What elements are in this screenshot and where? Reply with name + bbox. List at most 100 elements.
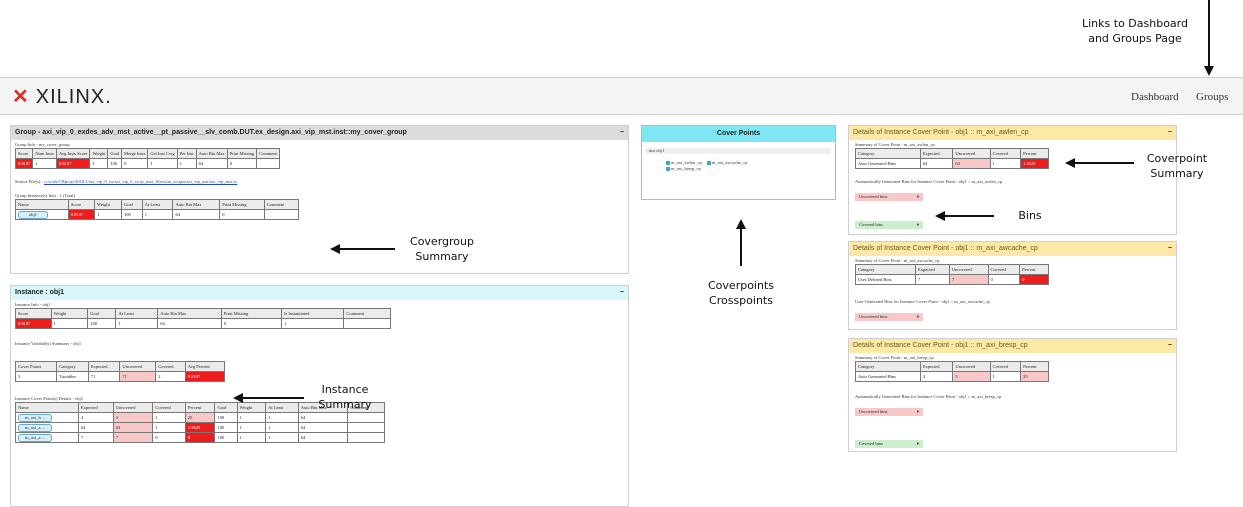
column-header[interactable]: Expected xyxy=(77,402,114,413)
column-header[interactable]: Auto Bin Max xyxy=(172,199,221,210)
column-header[interactable]: Uncovered xyxy=(948,264,989,275)
collapse-icon[interactable]: − xyxy=(620,286,624,300)
arrow-line xyxy=(944,215,994,217)
column-header[interactable]: Percent xyxy=(184,402,216,413)
xilinx-mark-icon: ✕ xyxy=(12,86,30,108)
column-header[interactable]: Name xyxy=(15,402,79,413)
cp-item[interactable]: m_axi_bresp_cp xyxy=(666,166,701,171)
column-header[interactable]: Goal xyxy=(214,402,238,413)
column-header[interactable]: Covered xyxy=(152,402,186,413)
column-header[interactable]: Score xyxy=(67,199,96,210)
column-header[interactable]: Uncovered xyxy=(952,361,991,372)
column-header[interactable]: Goal xyxy=(121,199,143,210)
column-header[interactable]: Goal xyxy=(107,148,123,159)
cp-item[interactable]: m_axi_awlen_cp xyxy=(666,160,702,165)
column-header[interactable]: Avg Percent xyxy=(184,361,226,372)
column-header[interactable]: Category xyxy=(854,264,917,275)
column-header[interactable]: Uncovered xyxy=(119,361,157,372)
column-header[interactable]: Goal xyxy=(87,308,117,319)
uncovered-bins-toggle[interactable]: Uncovered bins ▾ xyxy=(855,408,923,416)
cp-item-label: m_axi_awlen_cp xyxy=(671,160,702,165)
uncovered-bins-toggle[interactable]: Uncovered bins ▾ xyxy=(855,313,923,321)
column-header[interactable]: Name xyxy=(15,199,69,210)
column-header[interactable]: Print Missing xyxy=(219,199,265,210)
column-header[interactable]: Weight xyxy=(94,199,123,210)
column-header[interactable]: Covered xyxy=(989,148,1022,159)
column-header[interactable]: Percent xyxy=(1020,361,1049,372)
collapse-icon[interactable]: − xyxy=(1168,242,1172,256)
column-header[interactable]: Auto Bin Max xyxy=(195,148,228,159)
column-header[interactable]: Percent xyxy=(1020,148,1049,159)
instance-panel-header[interactable]: Instance : obj1 − xyxy=(11,286,628,300)
uncovered-label: Uncovered bins xyxy=(859,409,888,414)
table-cell: 0 xyxy=(184,432,216,443)
uncovered-bins-toggle[interactable]: Uncovered bins ▾ xyxy=(855,193,923,201)
column-header[interactable]: Percent xyxy=(1019,264,1049,275)
collapse-icon[interactable]: − xyxy=(1168,126,1172,140)
table-cell: 7 xyxy=(112,432,154,443)
column-header[interactable]: Per Inst xyxy=(176,148,197,159)
column-header[interactable]: Comment xyxy=(256,148,280,159)
column-header[interactable]: Score xyxy=(14,148,34,159)
table-cell: 1 xyxy=(152,422,186,433)
table-cell: 0 xyxy=(226,158,258,169)
source-file-link[interactable]: c:/work/CRprojs/2018.1/axi_vip_0_ex/axi_… xyxy=(44,179,237,184)
column-header[interactable]: Uncovered xyxy=(952,148,991,159)
cp-item[interactable]: m_axi_awcache_cp xyxy=(706,160,747,165)
column-header[interactable]: Weight xyxy=(89,148,109,159)
column-header[interactable]: Expected xyxy=(919,148,954,159)
checkbox-icon[interactable] xyxy=(666,166,670,171)
table-cell: 1 xyxy=(989,371,1022,382)
coverpoint-button[interactable]: m_axi_b ... xyxy=(18,413,53,422)
column-header[interactable]: Score xyxy=(15,308,52,319)
checkbox-icon[interactable] xyxy=(706,160,711,165)
detail-title: Details of Instance Cover Point - obj1 :… xyxy=(853,245,1038,252)
column-header[interactable]: Comment xyxy=(343,308,391,319)
coverpoint-button[interactable]: m_axi_a ... xyxy=(18,433,52,442)
column-header[interactable]: Category xyxy=(56,361,89,372)
column-header[interactable]: Num Insts xyxy=(32,148,58,159)
dashboard-link[interactable]: Dashboard xyxy=(1131,91,1179,103)
column-header[interactable]: Auto Bin Max xyxy=(157,308,222,319)
groups-link[interactable]: Groups xyxy=(1196,91,1228,103)
arrow-head xyxy=(1204,66,1214,76)
column-header[interactable]: At Least xyxy=(115,308,159,319)
column-header[interactable]: Print Missing xyxy=(220,308,283,319)
group-panel-header[interactable]: Group - axi_vip_0_exdes_adv_mst_active__… xyxy=(11,126,628,140)
column-header[interactable]: Merge Insts xyxy=(121,148,149,159)
column-header[interactable]: Get Inst Cvrg xyxy=(147,148,178,159)
detail-panel-header[interactable]: Details of Instance Cover Point - obj1 :… xyxy=(849,126,1176,140)
detail-panel-header[interactable]: Details of Instance Cover Point - obj1 :… xyxy=(849,242,1176,256)
coverpoint-button[interactable]: m_axi_a ... xyxy=(18,423,52,432)
instance-button[interactable]: obj1 xyxy=(18,210,49,219)
detail-panel-header[interactable]: Details of Instance Cover Point - obj1 :… xyxy=(849,339,1176,353)
column-header[interactable]: Expected xyxy=(915,264,950,275)
table-row: m_axi_a ... 64 63 1 1.5625 100 1 1 64 xyxy=(15,422,385,433)
column-header[interactable]: Avg Insts Score xyxy=(56,148,91,159)
collapse-icon[interactable]: − xyxy=(620,126,624,140)
column-header[interactable]: Weight xyxy=(236,402,267,413)
column-header[interactable]: Is Instantiated xyxy=(281,308,345,319)
checkbox-icon[interactable] xyxy=(666,160,670,165)
column-header[interactable]: Print Missing xyxy=(226,148,258,159)
column-header[interactable]: Comment xyxy=(263,199,300,210)
covered-bins-toggle[interactable]: Covered bins ▾ xyxy=(855,440,923,448)
column-header[interactable]: Uncovered xyxy=(112,402,154,413)
column-header[interactable]: At Least xyxy=(265,402,299,413)
column-header[interactable]: Cover Points xyxy=(14,361,58,372)
column-header[interactable]: Expected xyxy=(919,361,954,372)
collapse-icon[interactable]: − xyxy=(1168,339,1172,353)
column-header[interactable]: Expected xyxy=(87,361,121,372)
column-header[interactable]: Covered xyxy=(155,361,186,372)
column-header[interactable]: Category xyxy=(855,148,921,159)
column-header[interactable]: Covered xyxy=(989,361,1022,372)
table-cell: 63 xyxy=(112,422,154,433)
column-header[interactable]: Category xyxy=(855,361,921,372)
tree-root[interactable]: - inst obj1 xyxy=(646,148,831,154)
column-header[interactable]: Covered xyxy=(987,264,1021,275)
links-annotation: Links to Dashboard and Groups Page xyxy=(1072,16,1198,46)
column-header[interactable]: Weight xyxy=(50,308,89,319)
covered-bins-toggle[interactable]: Covered bins ▾ xyxy=(855,221,923,229)
table-cell xyxy=(256,158,280,169)
column-header[interactable]: At Least xyxy=(141,199,174,210)
